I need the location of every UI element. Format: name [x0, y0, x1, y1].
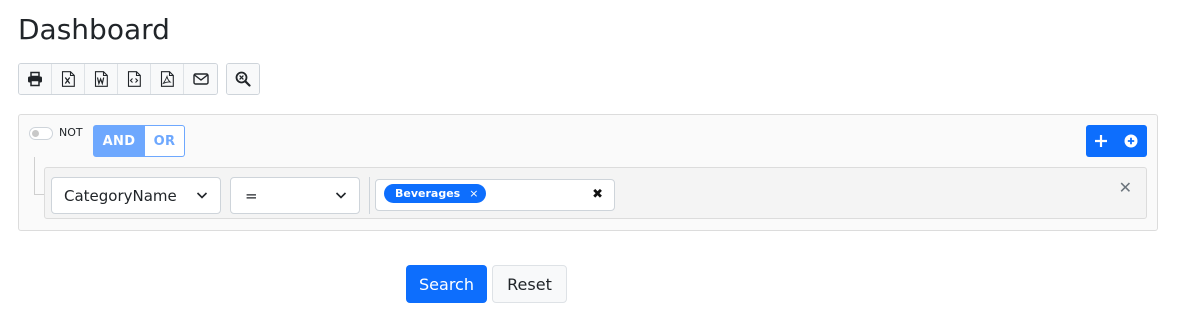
delete-rule-icon[interactable]: ✕ — [1119, 178, 1132, 197]
pdf-file-icon — [160, 71, 174, 87]
chip-remove-icon[interactable]: × — [469, 188, 478, 199]
chevron-down-icon — [196, 192, 208, 199]
envelope-icon — [192, 73, 209, 85]
page-title: Dashboard — [18, 13, 170, 46]
word-file-icon — [94, 71, 108, 87]
search-button[interactable]: Search — [406, 265, 487, 303]
query-builder: NOT AND OR CategoryName = Beverages × ✖ … — [18, 114, 1158, 231]
plus-circle-icon — [1124, 134, 1138, 148]
plus-icon — [1095, 135, 1107, 147]
or-button[interactable]: OR — [145, 125, 185, 157]
operator-select-value: = — [245, 186, 258, 205]
operator-select[interactable]: = — [230, 177, 360, 214]
excel-file-icon — [61, 71, 75, 87]
search-toggle-button[interactable] — [227, 64, 259, 94]
email-button[interactable] — [184, 64, 217, 94]
tree-connector — [34, 157, 44, 195]
export-pdf-button[interactable] — [151, 64, 184, 94]
add-button-group — [1086, 125, 1147, 157]
field-select[interactable]: CategoryName — [51, 177, 221, 214]
print-button[interactable] — [19, 64, 52, 94]
export-html-button[interactable] — [118, 64, 151, 94]
chevron-down-icon — [335, 192, 347, 199]
value-multiselect[interactable]: Beverages × ✖ — [375, 179, 615, 211]
value-container: Beverages × ✖ — [369, 177, 615, 214]
export-word-button[interactable] — [85, 64, 118, 94]
condition-toggle: AND OR — [93, 125, 185, 157]
reset-button[interactable]: Reset — [492, 265, 567, 303]
search-toggle-group — [226, 63, 260, 95]
add-rule-button[interactable] — [1086, 125, 1116, 157]
query-rule: CategoryName = Beverages × ✖ ✕ — [44, 167, 1147, 219]
export-excel-button[interactable] — [52, 64, 85, 94]
export-toolbar — [18, 63, 260, 95]
zoom-search-icon — [235, 71, 251, 87]
not-toggle[interactable] — [29, 127, 53, 140]
value-chip-label: Beverages — [395, 187, 461, 200]
export-button-group — [18, 63, 218, 95]
field-select-value: CategoryName — [64, 186, 177, 205]
not-label: NOT — [59, 126, 83, 139]
printer-icon — [28, 71, 42, 87]
value-chip: Beverages × — [384, 184, 487, 203]
and-button[interactable]: AND — [93, 125, 145, 157]
clear-values-icon[interactable]: ✖ — [592, 187, 603, 202]
add-group-button[interactable] — [1116, 125, 1146, 157]
html-file-icon — [127, 71, 141, 87]
